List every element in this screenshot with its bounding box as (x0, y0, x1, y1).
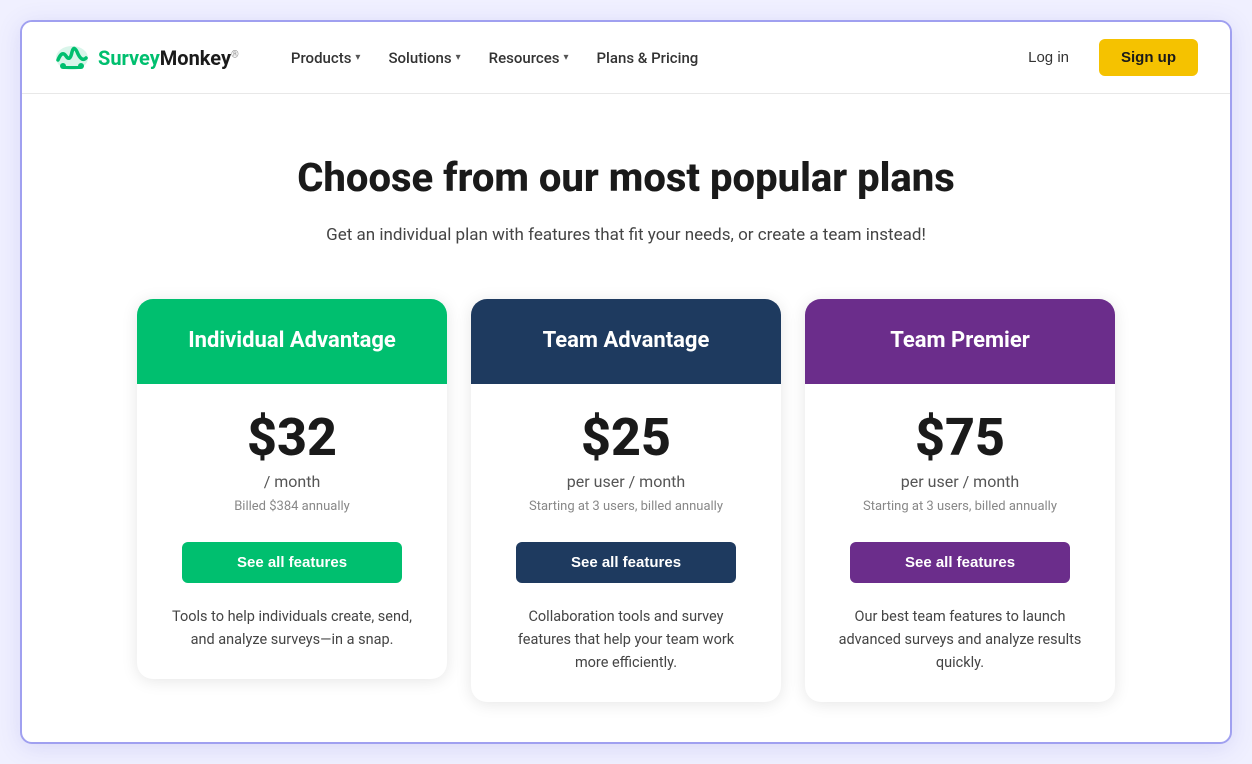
see-features-team-advantage-button[interactable]: See all features (516, 542, 736, 583)
nav-item-products[interactable]: Products ▾ (279, 41, 373, 75)
card-team-premier: Team Premier $75 per user / month Starti… (805, 299, 1115, 702)
nav-item-resources[interactable]: Resources ▾ (477, 41, 581, 75)
login-button[interactable]: Log in (1010, 41, 1087, 74)
chevron-down-icon: ▾ (456, 52, 461, 63)
page-heading: Choose from our most popular plans (62, 154, 1190, 202)
card-note-team-premier: Starting at 3 users, billed annually (863, 499, 1057, 514)
card-body-team-advantage: $25 per user / month Starting at 3 users… (471, 384, 781, 703)
card-price-team-premier: $75 (915, 412, 1005, 464)
nav-actions: Log in Sign up (1010, 39, 1198, 76)
card-period-individual: / month (264, 472, 321, 491)
browser-window: SurveyMonkey® Products ▾ Solutions ▾ Res… (20, 20, 1232, 744)
page-subheading: Get an individual plan with features tha… (62, 222, 1190, 249)
card-header-team-advantage: Team Advantage (471, 299, 781, 384)
card-individual-advantage: Individual Advantage $32 / month Billed … (137, 299, 447, 679)
card-team-advantage: Team Advantage $25 per user / month Star… (471, 299, 781, 702)
card-body-team-premier: $75 per user / month Starting at 3 users… (805, 384, 1115, 703)
see-features-team-premier-button[interactable]: See all features (850, 542, 1070, 583)
chevron-down-icon: ▾ (563, 52, 568, 63)
card-desc-team-premier: Our best team features to launch advance… (829, 605, 1091, 675)
signup-button[interactable]: Sign up (1099, 39, 1198, 76)
card-header-individual: Individual Advantage (137, 299, 447, 384)
card-body-individual: $32 / month Billed $384 annually See all… (137, 384, 447, 679)
card-note-individual: Billed $384 annually (234, 499, 350, 514)
see-features-individual-button[interactable]: See all features (182, 542, 402, 583)
logo-text: SurveyMonkey® (98, 46, 239, 70)
card-desc-individual: Tools to help individuals create, send, … (161, 605, 423, 651)
card-title-team-premier: Team Premier (825, 327, 1095, 356)
logo[interactable]: SurveyMonkey® (54, 44, 239, 72)
pricing-cards: Individual Advantage $32 / month Billed … (62, 299, 1190, 702)
main-content: Choose from our most popular plans Get a… (22, 94, 1230, 742)
nav-item-plans-pricing[interactable]: Plans & Pricing (584, 41, 710, 75)
card-title-individual: Individual Advantage (157, 327, 427, 356)
card-period-team-advantage: per user / month (567, 472, 685, 491)
card-title-team-advantage: Team Advantage (491, 327, 761, 356)
card-desc-team-advantage: Collaboration tools and survey features … (495, 605, 757, 675)
card-note-team-advantage: Starting at 3 users, billed annually (529, 499, 723, 514)
card-price-individual: $32 (247, 412, 337, 464)
card-header-team-premier: Team Premier (805, 299, 1115, 384)
chevron-down-icon: ▾ (355, 52, 360, 63)
card-period-team-premier: per user / month (901, 472, 1019, 491)
navbar: SurveyMonkey® Products ▾ Solutions ▾ Res… (22, 22, 1230, 94)
card-price-team-advantage: $25 (581, 412, 671, 464)
logo-icon (54, 44, 90, 72)
nav-item-solutions[interactable]: Solutions ▾ (376, 41, 472, 75)
nav-links: Products ▾ Solutions ▾ Resources ▾ Plans… (279, 41, 1010, 75)
